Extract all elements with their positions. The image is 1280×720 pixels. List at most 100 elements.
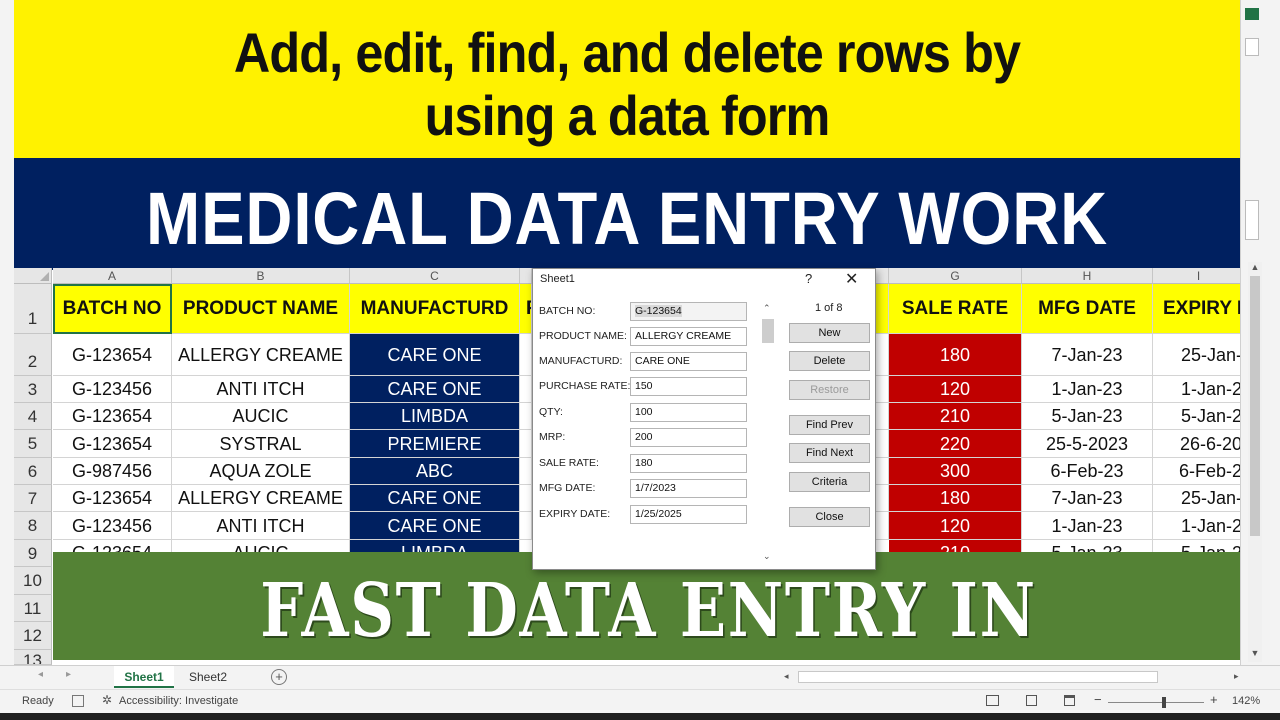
row-header[interactable]: 2 — [14, 334, 52, 376]
cell-expiry-date[interactable]: 26-6-20 — [1153, 430, 1245, 458]
cell-hidden[interactable] — [520, 376, 532, 403]
header-cell-mfg-date[interactable]: MFG DATE — [1022, 284, 1153, 334]
cell-batch-no[interactable]: G-123654 — [53, 485, 172, 512]
column-header-c[interactable]: C — [350, 268, 520, 284]
close-button[interactable]: Close — [789, 507, 870, 527]
cell-sale-rate[interactable]: 120 — [889, 512, 1022, 540]
expiry-date-field[interactable]: 1/25/2025 — [630, 505, 747, 524]
mfg-date-field[interactable]: 1/7/2023 — [630, 479, 747, 498]
cell-batch-no[interactable]: G-123654 — [53, 403, 172, 430]
scroll-thumb[interactable] — [1250, 276, 1260, 536]
cell-mfg-date[interactable]: 7-Jan-23 — [1022, 485, 1153, 512]
cell-hidden[interactable] — [520, 334, 532, 376]
header-cell-product-name[interactable]: PRODUCT NAME — [172, 284, 350, 334]
cell-mfg-date[interactable]: 5-Jan-23 — [1022, 403, 1153, 430]
cell-hidden[interactable] — [876, 512, 889, 540]
cell-batch-no[interactable]: G-987456 — [53, 458, 172, 485]
column-header-b[interactable]: B — [172, 268, 350, 284]
column-header-h[interactable]: H — [1022, 268, 1153, 284]
cell-sale-rate[interactable]: 210 — [889, 403, 1022, 430]
cell-hidden[interactable] — [520, 458, 532, 485]
cell-manufacturd[interactable]: CARE ONE — [350, 376, 520, 403]
cell-expiry-date[interactable]: 1-Jan-2 — [1153, 376, 1245, 403]
manufacturd-field[interactable]: CARE ONE — [630, 352, 747, 371]
row-header[interactable]: 12 — [14, 622, 52, 650]
column-header-f[interactable] — [876, 268, 889, 284]
column-header-i[interactable]: I — [1153, 268, 1245, 284]
row-header[interactable]: 1 — [14, 284, 52, 334]
close-icon[interactable]: ✕ — [845, 269, 858, 289]
cell-manufacturd[interactable]: PREMIERE — [350, 430, 520, 458]
cell-batch-no[interactable]: G-123654 — [53, 334, 172, 376]
tab-sheet1[interactable]: Sheet1 — [114, 666, 174, 688]
horizontal-scrollbar[interactable] — [798, 671, 1158, 683]
cell-product-name[interactable]: AQUA ZOLE — [172, 458, 350, 485]
cell-mfg-date[interactable]: 1-Jan-23 — [1022, 512, 1153, 540]
scroll-up-icon[interactable]: ▲ — [1248, 262, 1262, 274]
row-header[interactable]: 5 — [14, 430, 52, 458]
new-button[interactable]: New — [789, 323, 870, 343]
zoom-level[interactable]: 142% — [1232, 695, 1260, 707]
macro-record-icon[interactable] — [72, 695, 84, 707]
select-all-corner[interactable] — [14, 268, 52, 284]
row-header[interactable]: 4 — [14, 403, 52, 430]
find-next-button[interactable]: Find Next — [789, 443, 870, 463]
cell-manufacturd[interactable]: CARE ONE — [350, 485, 520, 512]
cell-hidden[interactable] — [876, 430, 889, 458]
cell-batch-no[interactable]: G-123456 — [53, 376, 172, 403]
cell-expiry-date[interactable]: 6-Feb-2 — [1153, 458, 1245, 485]
cell-product-name[interactable]: ANTI ITCH — [172, 512, 350, 540]
zoom-slider[interactable] — [1108, 697, 1204, 708]
cell-hidden[interactable] — [520, 403, 532, 430]
column-header-a[interactable]: A — [53, 268, 172, 284]
cell-hidden[interactable] — [876, 485, 889, 512]
mrp-field[interactable]: 200 — [630, 428, 747, 447]
cell-hidden[interactable] — [876, 403, 889, 430]
cell-sale-rate[interactable]: 300 — [889, 458, 1022, 485]
cell-hidden[interactable] — [520, 430, 532, 458]
hscroll-right-icon[interactable]: ▸ — [1234, 671, 1246, 683]
cell-sale-rate[interactable]: 180 — [889, 334, 1022, 376]
product-name-field[interactable]: ALLERGY CREAME — [630, 327, 747, 346]
accessibility-status[interactable]: Accessibility: Investigate — [119, 695, 238, 707]
cell-product-name[interactable]: AUCIC — [172, 403, 350, 430]
chevron-down-icon[interactable]: ⌄ — [763, 551, 771, 562]
batch-no-field[interactable]: G-123654 — [630, 302, 747, 321]
row-header[interactable]: 9 — [14, 540, 52, 567]
zoom-out-icon[interactable]: − — [1094, 692, 1102, 707]
cell-hidden[interactable] — [876, 376, 889, 403]
row-header[interactable]: 13 — [14, 650, 52, 665]
help-icon[interactable]: ? — [805, 271, 812, 286]
record-scrollbar[interactable]: ⌃ ⌄ — [761, 303, 775, 565]
column-header-g[interactable]: G — [889, 268, 1022, 284]
criteria-button[interactable]: Criteria — [789, 472, 870, 492]
header-cell-sale-rate[interactable]: SALE RATE — [889, 284, 1022, 334]
cell-mfg-date[interactable]: 25-5-2023 — [1022, 430, 1153, 458]
cell-batch-no[interactable]: G-123654 — [53, 430, 172, 458]
hscroll-left-icon[interactable]: ◂ — [784, 671, 796, 683]
scroll-down-icon[interactable]: ▼ — [1248, 648, 1262, 660]
page-layout-icon[interactable] — [1026, 695, 1037, 706]
sale-rate-field[interactable]: 180 — [630, 454, 747, 473]
zoom-slider-thumb[interactable] — [1162, 697, 1166, 708]
cell-manufacturd[interactable]: CARE ONE — [350, 334, 520, 376]
restore-button[interactable]: Restore — [789, 380, 870, 400]
cell-sale-rate[interactable]: 220 — [889, 430, 1022, 458]
cell-batch-no[interactable]: G-123456 — [53, 512, 172, 540]
cell-expiry-date[interactable]: 25-Jan- — [1153, 334, 1245, 376]
row-header[interactable]: 10 — [14, 567, 52, 595]
header-cell-expiry-date[interactable]: EXPIRY D — [1153, 284, 1245, 334]
row-header[interactable]: 11 — [14, 595, 52, 622]
cell-expiry-date[interactable]: 1-Jan-2 — [1153, 512, 1245, 540]
cell-product-name[interactable]: SYSTRAL — [172, 430, 350, 458]
row-header[interactable]: 6 — [14, 458, 52, 485]
row-header[interactable]: 8 — [14, 512, 52, 540]
vertical-scrollbar[interactable]: ▲ ▼ — [1248, 262, 1262, 662]
cell-product-name[interactable]: ALLERGY CREAME — [172, 485, 350, 512]
tab-scroll-right-icon[interactable]: ▸ — [66, 669, 71, 680]
cell-manufacturd[interactable]: LIMBDA — [350, 403, 520, 430]
cell-sale-rate[interactable]: 120 — [889, 376, 1022, 403]
header-cell-manufacturd[interactable]: MANUFACTURD — [350, 284, 520, 334]
header-cell-batch-no[interactable]: BATCH NO — [53, 284, 172, 334]
cell-mfg-date[interactable]: 1-Jan-23 — [1022, 376, 1153, 403]
